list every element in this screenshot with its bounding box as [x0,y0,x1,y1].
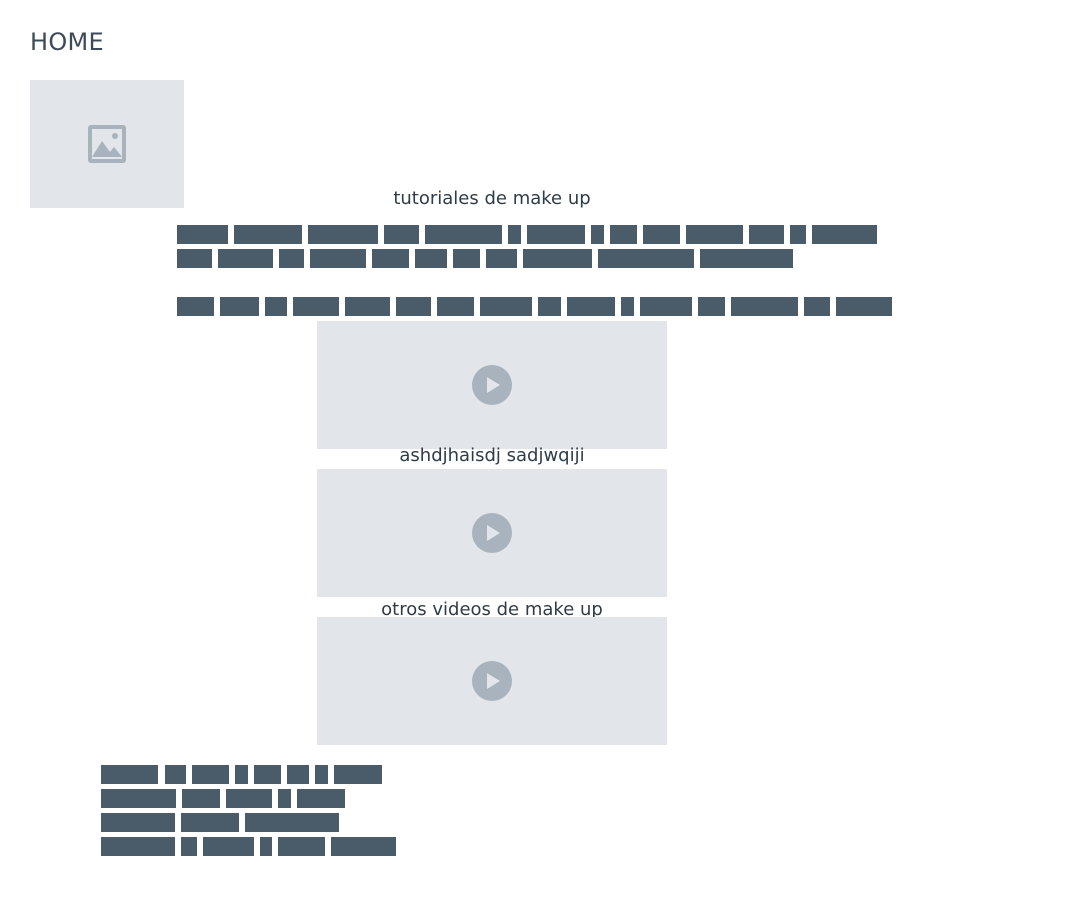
redacted-text-block [181,813,239,832]
redacted-text-block [165,765,186,784]
redacted-text-block [437,297,474,316]
redacted-text-block [334,765,382,784]
redacted-text-block [486,249,517,268]
redacted-text-block [700,249,793,268]
redacted-text-block [192,765,229,784]
redacted-text-block [101,765,158,784]
redacted-text-block [812,225,877,244]
redacted-text-block [836,297,892,316]
redacted-text-block [177,249,212,268]
section-heading-tutoriales: tutoriales de make up [393,188,591,209]
redacted-text-block [610,225,637,244]
redacted-text-block [177,225,228,244]
redacted-text-block [297,789,345,808]
video-player[interactable] [317,617,667,745]
redacted-text-block [731,297,798,316]
redacted-text-block [804,297,830,316]
redacted-text-block [640,297,692,316]
redacted-text-block [245,813,339,832]
redacted-text-block [425,225,502,244]
image-placeholder [30,80,184,208]
redacted-text-block [523,249,592,268]
redacted-text-block [220,297,259,316]
redacted-text-block [480,297,532,316]
redacted-text-block [598,249,694,268]
redacted-text-block [308,225,378,244]
redacted-text-block [203,837,254,856]
play-icon[interactable] [472,661,512,701]
redacted-text-block [293,297,339,316]
redacted-text-block [182,789,220,808]
redacted-text-block [260,837,272,856]
redacted-text-block [749,225,784,244]
video-player[interactable] [317,469,667,597]
redacted-text-block [278,837,325,856]
redacted-text-block [538,297,561,316]
redacted-text-block [527,225,585,244]
redacted-text-block [315,765,328,784]
redacted-text-block [101,789,176,808]
redacted-text-block [591,225,604,244]
redacted-text-block [235,765,248,784]
redacted-text-block [790,225,806,244]
redacted-text-block [101,813,175,832]
redacted-text-block [372,249,409,268]
redacted-text-block [279,249,304,268]
redacted-text-block [384,225,419,244]
redacted-text-block [101,837,175,856]
redacted-text-block [331,837,396,856]
redacted-text-block [345,297,390,316]
redacted-text-block [310,249,366,268]
redacted-text-block [254,765,281,784]
redacted-text-block [287,765,309,784]
video-player[interactable] [317,321,667,449]
redacted-text-block [265,297,287,316]
video-caption: ashdjhaisdj sadjwqiji [399,445,585,466]
redacted-text-block [226,789,272,808]
play-icon[interactable] [472,365,512,405]
redacted-text-block [415,249,447,268]
page-title: HOME [30,28,105,56]
redacted-text-block [621,297,634,316]
redacted-text-block [698,297,725,316]
redacted-text-block [686,225,743,244]
image-icon [88,125,126,163]
redacted-text-block [396,297,431,316]
play-icon[interactable] [472,513,512,553]
redacted-text-block [234,225,302,244]
redacted-text-block [177,297,214,316]
redacted-text-block [181,837,197,856]
redacted-text-block [218,249,273,268]
redacted-text-block [643,225,680,244]
redacted-text-block [508,225,521,244]
redacted-text-block [278,789,291,808]
redacted-text-block [567,297,615,316]
redacted-text-block [453,249,480,268]
